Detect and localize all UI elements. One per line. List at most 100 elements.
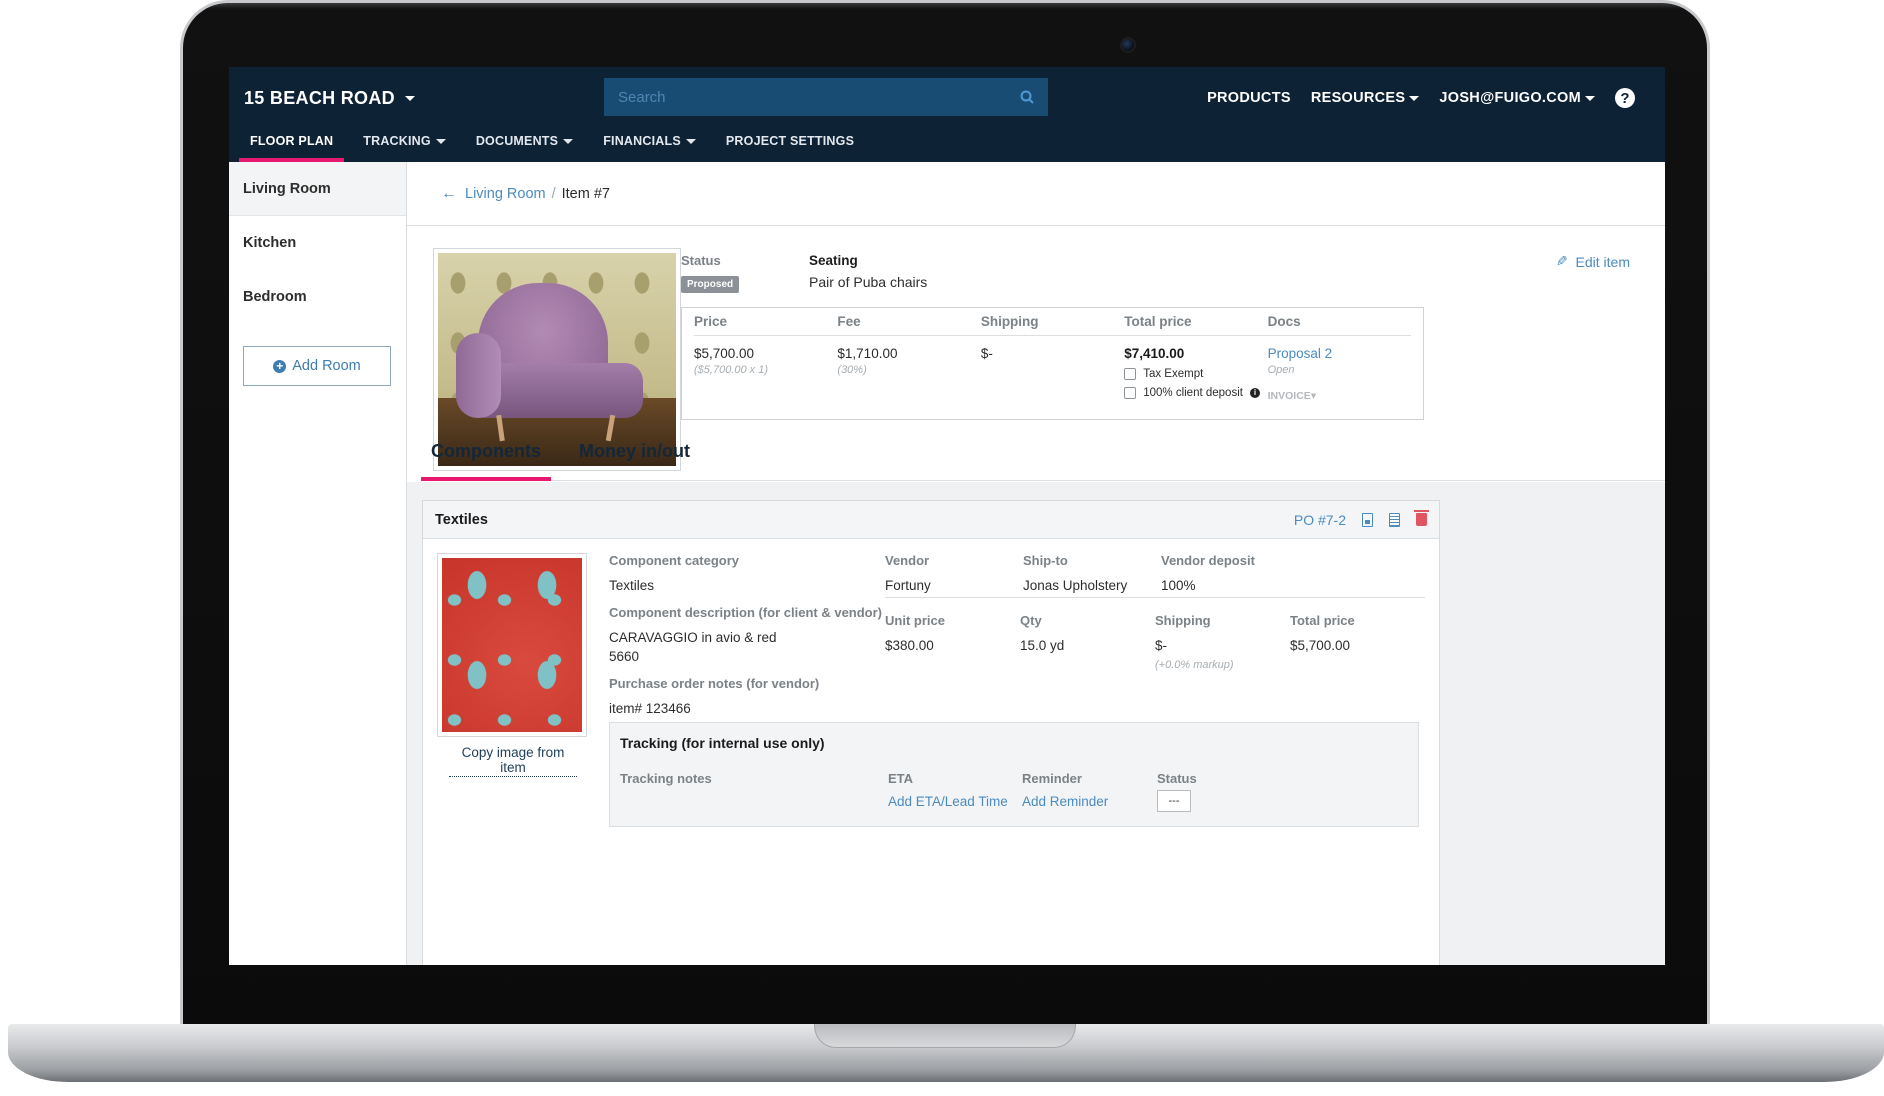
nav-resources[interactable]: RESOURCES [1311, 90, 1420, 106]
shipping-value[interactable]: $- [1155, 636, 1290, 655]
sidebar-item-bedroom[interactable]: Bedroom [229, 270, 406, 324]
tab-documents[interactable]: DOCUMENTS [475, 129, 574, 162]
vendor-label: Vendor [885, 553, 930, 568]
eta-label: ETA [888, 771, 914, 786]
vendor-deposit-value[interactable]: 100% [1161, 576, 1299, 595]
top-nav: PRODUCTS RESOURCES JOSH@FUIGO.COM ? [1207, 67, 1635, 129]
sidebar-item-living-room[interactable]: Living Room [229, 162, 406, 216]
tracking-notes-label[interactable]: Tracking notes [620, 771, 888, 786]
tab-floor-plan[interactable]: FLOOR PLAN [239, 129, 345, 162]
breadcrumb: ← Living Room / Item #7 [407, 162, 1665, 226]
component-header: Textiles PO #7-2 [423, 501, 1439, 539]
tracking-row: Tracking notes ETA Add ETA/Lead Time Rem… [620, 771, 1408, 812]
app-screen: 15 BEACH ROAD PRODUCTS RESOURCES JOSH@FU… [229, 67, 1665, 965]
chevron-down-icon: ▾ [1310, 390, 1317, 402]
components-panel: Textiles PO #7-2 Copy image from item Co… [407, 482, 1665, 965]
qty-label: Qty [1020, 613, 1042, 628]
fee-cell: $1,710.00 (30%) [837, 346, 980, 402]
pricing-table: Price Fee Shipping Total price Docs $5,7… [681, 307, 1424, 420]
header-docs: Docs [1267, 314, 1301, 329]
tax-exempt-checkbox[interactable]: Tax Exempt [1124, 368, 1267, 380]
client-deposit-checkbox[interactable]: 100% client deposit i [1124, 387, 1267, 399]
description-value[interactable]: CARAVAGGIO in avio & red 5660 [609, 628, 882, 666]
tab-tracking-label: TRACKING [363, 134, 431, 148]
docs-cell: Proposal 2 Open INVOICE▾ [1268, 346, 1411, 402]
add-reminder-link[interactable]: Add Reminder [1022, 794, 1157, 809]
search-icon[interactable] [1020, 90, 1034, 104]
trash-icon[interactable] [1414, 510, 1429, 526]
tab-financials[interactable]: FINANCIALS [602, 129, 697, 162]
nav-user-menu[interactable]: JOSH@FUIGO.COM [1439, 90, 1595, 106]
po-notes-value[interactable]: item# 123466 [609, 699, 882, 718]
nav-products[interactable]: PRODUCTS [1207, 90, 1291, 106]
description-line: CARAVAGGIO in avio & red [609, 630, 777, 645]
tax-exempt-label: Tax Exempt [1143, 368, 1204, 380]
chevron-down-icon [685, 139, 696, 144]
help-icon[interactable]: ? [1615, 88, 1635, 108]
price-value: $5,700.00 [694, 346, 755, 361]
arrow-left-icon[interactable]: ← [441, 185, 457, 203]
unit-price-value[interactable]: $380.00 [885, 636, 1020, 655]
tab-money-in-out[interactable]: Money in/out [569, 434, 700, 481]
item-detail: ← Living Room / Item #7 Status Proposed … [407, 162, 1665, 965]
po-link[interactable]: PO #7-2 [1294, 512, 1346, 528]
add-room-label: Add Room [292, 358, 361, 374]
tab-tracking[interactable]: TRACKING [362, 129, 447, 162]
search-input[interactable] [618, 88, 998, 106]
vendor-value[interactable]: Fortuny [885, 576, 1023, 595]
total-price-value: $5,700.00 [1290, 638, 1351, 653]
tracking-panel: Tracking (for internal use only) Trackin… [609, 722, 1419, 827]
po-notes-label: Purchase order notes (for vendor) [609, 676, 820, 691]
ship-to-value[interactable]: Jonas Upholstery [1023, 576, 1161, 595]
invoice-label: INVOICE [1267, 390, 1311, 402]
total-value: $7,410.00 [1124, 346, 1185, 361]
edit-item-button[interactable]: ✎ Edit item [1556, 253, 1630, 270]
item-status: Status Proposed [681, 253, 740, 293]
project-name: 15 BEACH ROAD [244, 87, 395, 108]
category-value[interactable]: Textiles [609, 576, 882, 595]
checkbox-icon [1124, 387, 1137, 399]
user-email: JOSH@FUIGO.COM [1439, 90, 1581, 106]
price-cell: $5,700.00 ($5,700.00 x 1) [694, 346, 837, 402]
nav-resources-label: RESOURCES [1310, 90, 1406, 106]
vendor-grid: Vendor Fortuny Ship-to Jonas Upholstery … [885, 553, 1425, 598]
room-sidebar: Living Room Kitchen Bedroom + Add Room [229, 162, 407, 965]
tab-project-settings[interactable]: PROJECT SETTINGS [725, 129, 855, 162]
total-cell: $7,410.00 Tax Exempt 100% client deposit… [1124, 346, 1267, 402]
total-price-label: Total price [1290, 613, 1355, 628]
breadcrumb-parent-link[interactable]: Living Room [465, 186, 546, 202]
plus-circle-icon: + [273, 359, 287, 373]
chevron-down-icon [1585, 95, 1595, 101]
qty-value[interactable]: 15.0 yd [1020, 636, 1155, 655]
tracking-title: Tracking (for internal use only) [620, 735, 825, 751]
price-breakdown: ($5,700.00 x 1) [694, 364, 768, 376]
item-category: Seating [809, 253, 858, 268]
add-eta-link[interactable]: Add ETA/Lead Time [888, 794, 1022, 809]
document-icon[interactable] [1389, 512, 1400, 527]
category-label: Component category [609, 553, 740, 568]
shipping-value: $- [980, 346, 993, 361]
proposal-status: Open [1267, 364, 1295, 376]
fee-percent: (30%) [837, 364, 867, 376]
copy-image-link[interactable]: Copy image from item [449, 745, 577, 777]
pricing-row: $5,700.00 ($5,700.00 x 1) $1,710.00 (30%… [694, 336, 1411, 402]
pricing-header: Price Fee Shipping Total price Docs [694, 308, 1411, 336]
proposal-link[interactable]: Proposal 2 [1268, 346, 1411, 361]
description-line: 5660 [609, 649, 640, 664]
breadcrumb-separator: / [551, 185, 556, 202]
add-room-button[interactable]: + Add Room [243, 346, 391, 386]
header-total-price: Total price [1124, 314, 1192, 329]
component-title: Textiles [435, 511, 488, 528]
project-switcher[interactable]: 15 BEACH ROAD [244, 88, 415, 109]
sidebar-item-kitchen[interactable]: Kitchen [229, 216, 406, 270]
invoice-dropdown[interactable]: INVOICE▾ [1268, 390, 1411, 402]
tracking-status-select[interactable]: --- [1157, 790, 1191, 812]
component-image[interactable] [437, 553, 587, 737]
image-file-icon[interactable] [1362, 512, 1373, 527]
header-price: Price [694, 314, 728, 329]
info-icon[interactable]: i [1249, 388, 1260, 398]
item-tabs: Components Money in/out [421, 434, 1665, 481]
pencil-icon: ✎ [1555, 253, 1568, 269]
tab-components[interactable]: Components [421, 434, 551, 481]
tracking-status-label: Status [1157, 771, 1197, 786]
